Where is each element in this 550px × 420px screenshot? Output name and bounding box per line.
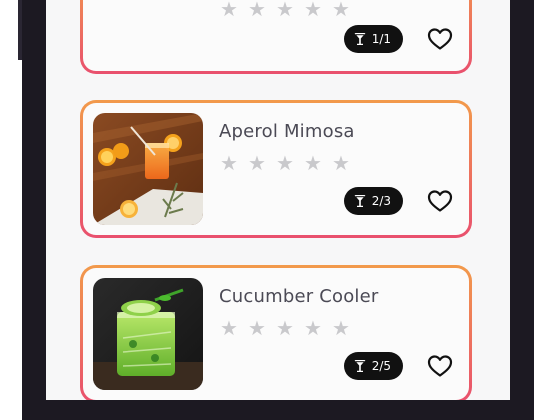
heart-outline-icon[interactable] [427, 189, 453, 213]
badge-count: 2/3 [371, 194, 391, 208]
rating-stars[interactable]: ★ ★ ★ ★ ★ [219, 318, 351, 338]
star-icon[interactable]: ★ [275, 0, 295, 19]
cocktail-glass-icon [354, 360, 366, 372]
rating-stars[interactable]: ★ ★ ★ ★ ★ [219, 0, 351, 19]
star-icon[interactable]: ★ [303, 318, 323, 338]
badge-count: 2/5 [371, 359, 391, 373]
star-icon[interactable]: ★ [247, 0, 267, 19]
star-icon[interactable]: ★ [219, 0, 239, 19]
star-icon[interactable]: ★ [303, 0, 323, 19]
cocktail-photo [93, 278, 203, 390]
star-icon[interactable]: ★ [219, 318, 239, 338]
star-icon[interactable]: ★ [303, 153, 323, 173]
cocktail-glass-icon [354, 195, 366, 207]
progress-badge: 2/5 [343, 352, 403, 380]
star-icon[interactable]: ★ [247, 318, 267, 338]
star-icon[interactable]: ★ [331, 153, 351, 173]
star-icon[interactable]: ★ [219, 153, 239, 173]
heart-outline-icon[interactable] [427, 27, 453, 51]
star-icon[interactable]: ★ [275, 318, 295, 338]
rating-stars[interactable]: ★ ★ ★ ★ ★ [219, 153, 351, 173]
cocktail-title: Aperol Mimosa [219, 121, 355, 142]
star-icon[interactable]: ★ [275, 153, 295, 173]
badge-count: 1/1 [371, 32, 391, 46]
recipe-list-screen: ★ ★ ★ ★ ★ 1/1 Aperol Mimosa ★ ★ ★ ★ ★ 2/… [46, 0, 510, 400]
progress-badge: 2/3 [343, 187, 403, 215]
star-icon[interactable]: ★ [331, 318, 351, 338]
heart-outline-icon[interactable] [427, 354, 453, 378]
cocktail-photo [93, 113, 203, 225]
cocktail-card[interactable]: ★ ★ ★ ★ ★ 1/1 [80, 0, 472, 74]
cocktail-title: Cucumber Cooler [219, 286, 379, 307]
cocktail-card[interactable]: Aperol Mimosa ★ ★ ★ ★ ★ 2/3 [80, 100, 472, 238]
cocktail-glass-icon [354, 33, 366, 45]
progress-badge: 1/1 [343, 25, 403, 53]
star-icon[interactable]: ★ [247, 153, 267, 173]
star-icon[interactable]: ★ [331, 0, 351, 19]
cocktail-card[interactable]: Cucumber Cooler ★ ★ ★ ★ ★ 2/5 [80, 265, 472, 400]
